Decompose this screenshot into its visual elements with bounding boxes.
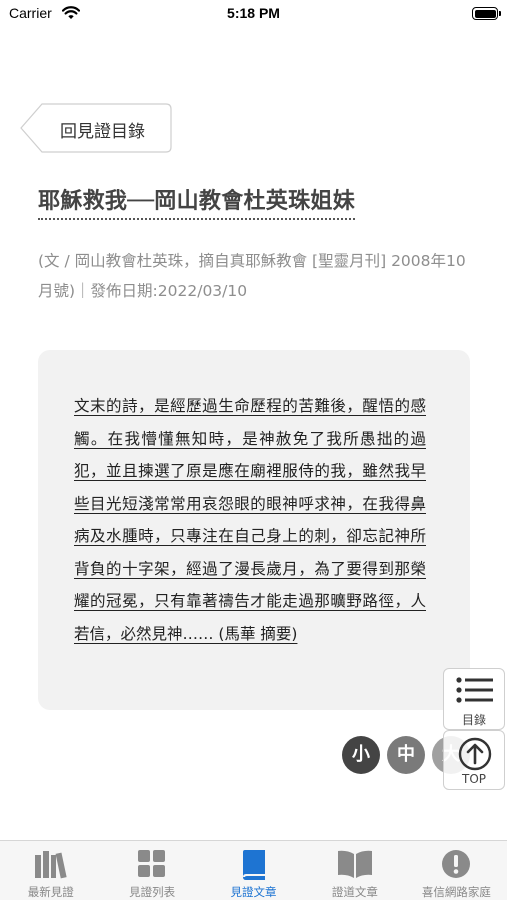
book-icon	[242, 850, 265, 880]
battery-icon	[472, 7, 501, 20]
article-meta: (文 / 岡山教會杜英珠，摘自真耶穌教會 [聖靈月刊] 2008年10月號)｜發…	[38, 252, 466, 300]
list-icon	[456, 677, 493, 703]
tab-articles[interactable]: 見證文章	[203, 841, 304, 900]
back-to-list-button[interactable]: 回見證目錄	[20, 103, 172, 153]
tab-latest[interactable]: 最新見證	[0, 841, 101, 900]
arrow-up-circle-icon	[458, 737, 492, 771]
status-bar: Carrier 5:18 PM	[0, 0, 507, 30]
exclamation-circle-icon	[442, 850, 471, 878]
top-label: TOP	[461, 772, 486, 786]
tab-bar: 最新見證 見證列表 見證文章 證道文章 喜信網路家庭	[0, 840, 507, 900]
tab-label: 見證文章	[230, 885, 277, 899]
article-title: 耶穌救我──岡山教會杜英珠姐妹	[38, 183, 355, 220]
tab-list[interactable]: 見證列表	[101, 841, 202, 900]
grid-icon	[138, 850, 166, 877]
books-icon	[34, 851, 67, 879]
tab-label: 見證列表	[129, 885, 176, 899]
back-button-label: 回見證目錄	[60, 122, 145, 142]
tab-label: 證道文章	[331, 885, 378, 899]
font-size-small-button[interactable]: 小	[342, 736, 380, 774]
tab-family[interactable]: 喜信網路家庭	[406, 841, 507, 900]
clock: 5:18 PM	[227, 5, 280, 21]
toc-label: 目錄	[461, 713, 486, 727]
open-book-icon	[337, 850, 372, 878]
summary-box: 文末的詩，是經歷過生命歷程的苦難後，醒悟的感觸。在我懵懂無知時，是神赦免了我所愚…	[38, 350, 470, 710]
tab-label: 喜信網路家庭	[421, 885, 491, 899]
font-size-medium-button[interactable]: 中	[387, 736, 425, 774]
scroll-to-top-button[interactable]: TOP	[443, 730, 505, 790]
tab-sermons[interactable]: 證道文章	[304, 841, 405, 900]
toc-button[interactable]: 目錄	[443, 668, 505, 730]
tab-label: 最新見證	[27, 885, 74, 899]
summary-text: 文末的詩，是經歷過生命歷程的苦難後，醒悟的感觸。在我懵懂無知時，是神赦免了我所愚…	[74, 397, 426, 643]
